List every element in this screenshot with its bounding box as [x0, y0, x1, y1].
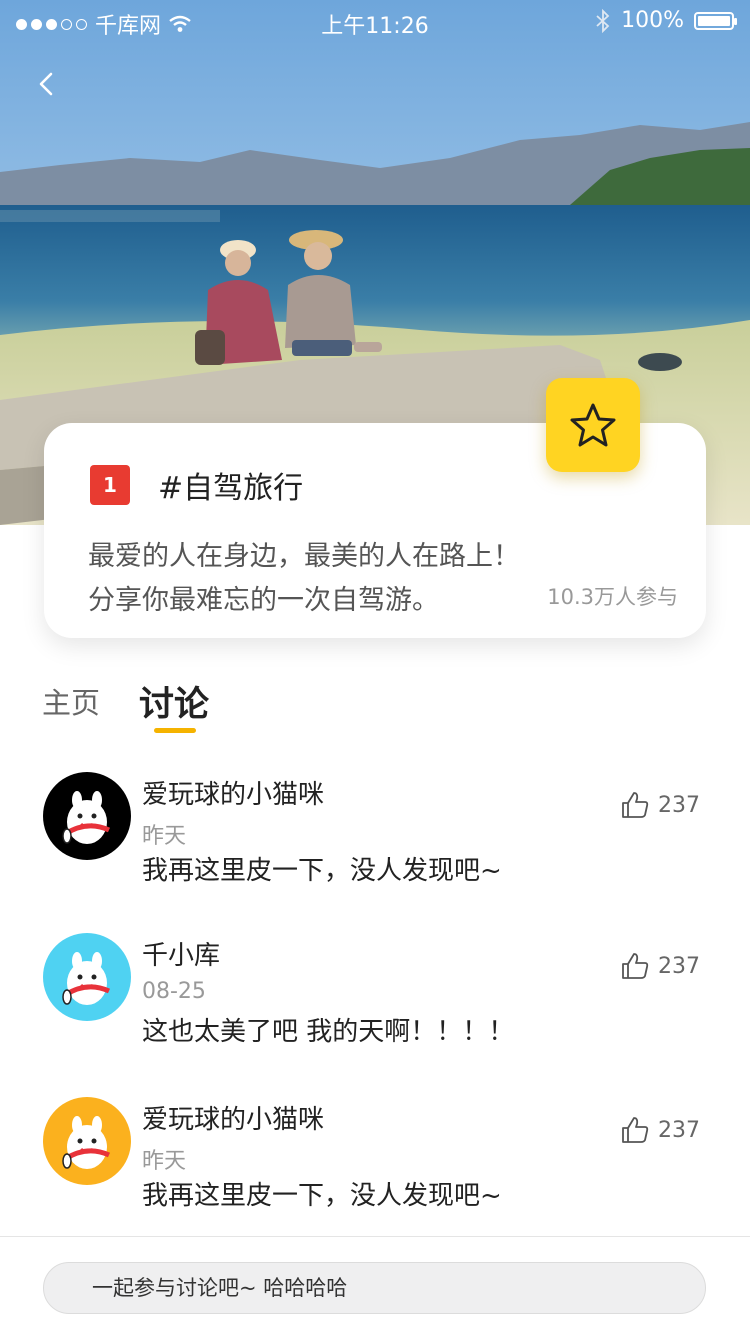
comment-item: 爱玩球的小猫咪 昨天 我再这里皮一下，没人发现吧~ 237 — [0, 772, 750, 912]
comment-date: 昨天 — [142, 1149, 187, 1174]
comment-date: 08-25 — [142, 979, 206, 1004]
back-button[interactable] — [28, 66, 64, 102]
mascot-icon — [62, 1116, 111, 1169]
chevron-left-icon — [39, 72, 53, 96]
status-bar: 千库网 上午11:26 100% — [0, 0, 750, 44]
battery-icon — [694, 11, 737, 30]
like-count: 237 — [658, 953, 700, 979]
avatar[interactable] — [43, 772, 131, 860]
avatar[interactable] — [43, 1097, 131, 1185]
participant-count: 10.3万人参与 — [547, 585, 678, 609]
topic-description: 最爱的人在身边，最美的人在路上！ 分享你最难忘的一次自驾游。 — [88, 535, 520, 623]
thumbs-up-icon — [622, 792, 649, 818]
comment-text: 我再这里皮一下，没人发现吧~ — [142, 1181, 502, 1211]
comment-item: 千小库 08-25 这也太美了吧 我的天啊！！！！ 237 — [0, 933, 750, 1073]
topic-description-line-2: 分享你最难忘的一次自驾游。 — [88, 585, 439, 616]
thumbs-up-icon — [622, 953, 649, 979]
bluetooth-icon — [596, 8, 610, 33]
thumbs-up-icon — [622, 1117, 649, 1143]
comment-input[interactable] — [43, 1262, 706, 1314]
comment-date: 昨天 — [142, 824, 187, 849]
active-tab-indicator — [154, 728, 196, 733]
comment-item: 爱玩球的小猫咪 昨天 我再这里皮一下，没人发现吧~ 237 — [0, 1097, 750, 1237]
star-icon — [570, 403, 616, 447]
mascot-icon — [62, 952, 111, 1005]
like-button[interactable]: 237 — [620, 790, 700, 820]
tab-bar: 主页 讨论 — [0, 670, 750, 740]
status-right: 100% — [595, 8, 737, 33]
topic-title: #自驾旅行 — [158, 471, 304, 506]
rank-badge: 1 — [90, 465, 130, 505]
topic-description-line-1: 最爱的人在身边，最美的人在路上！ — [88, 541, 520, 572]
like-count: 237 — [658, 1117, 700, 1143]
comment-text: 我再这里皮一下，没人发现吧~ — [142, 856, 502, 886]
avatar[interactable] — [43, 933, 131, 1021]
favorite-button[interactable] — [546, 378, 640, 472]
comment-author: 爱玩球的小猫咪 — [142, 780, 325, 810]
comment-author: 千小库 — [142, 941, 221, 971]
comment-text: 这也太美了吧 我的天啊！！！！ — [142, 1017, 515, 1047]
comment-author: 爱玩球的小猫咪 — [142, 1105, 325, 1135]
battery-percent: 100% — [621, 8, 684, 33]
like-button[interactable]: 237 — [620, 1115, 700, 1145]
tab-home[interactable]: 主页 — [42, 680, 100, 722]
tab-discussion[interactable]: 讨论 — [139, 676, 209, 727]
mascot-icon — [62, 791, 111, 844]
comment-input-bar — [0, 1236, 750, 1334]
like-button[interactable]: 237 — [620, 951, 700, 981]
like-count: 237 — [658, 792, 700, 818]
